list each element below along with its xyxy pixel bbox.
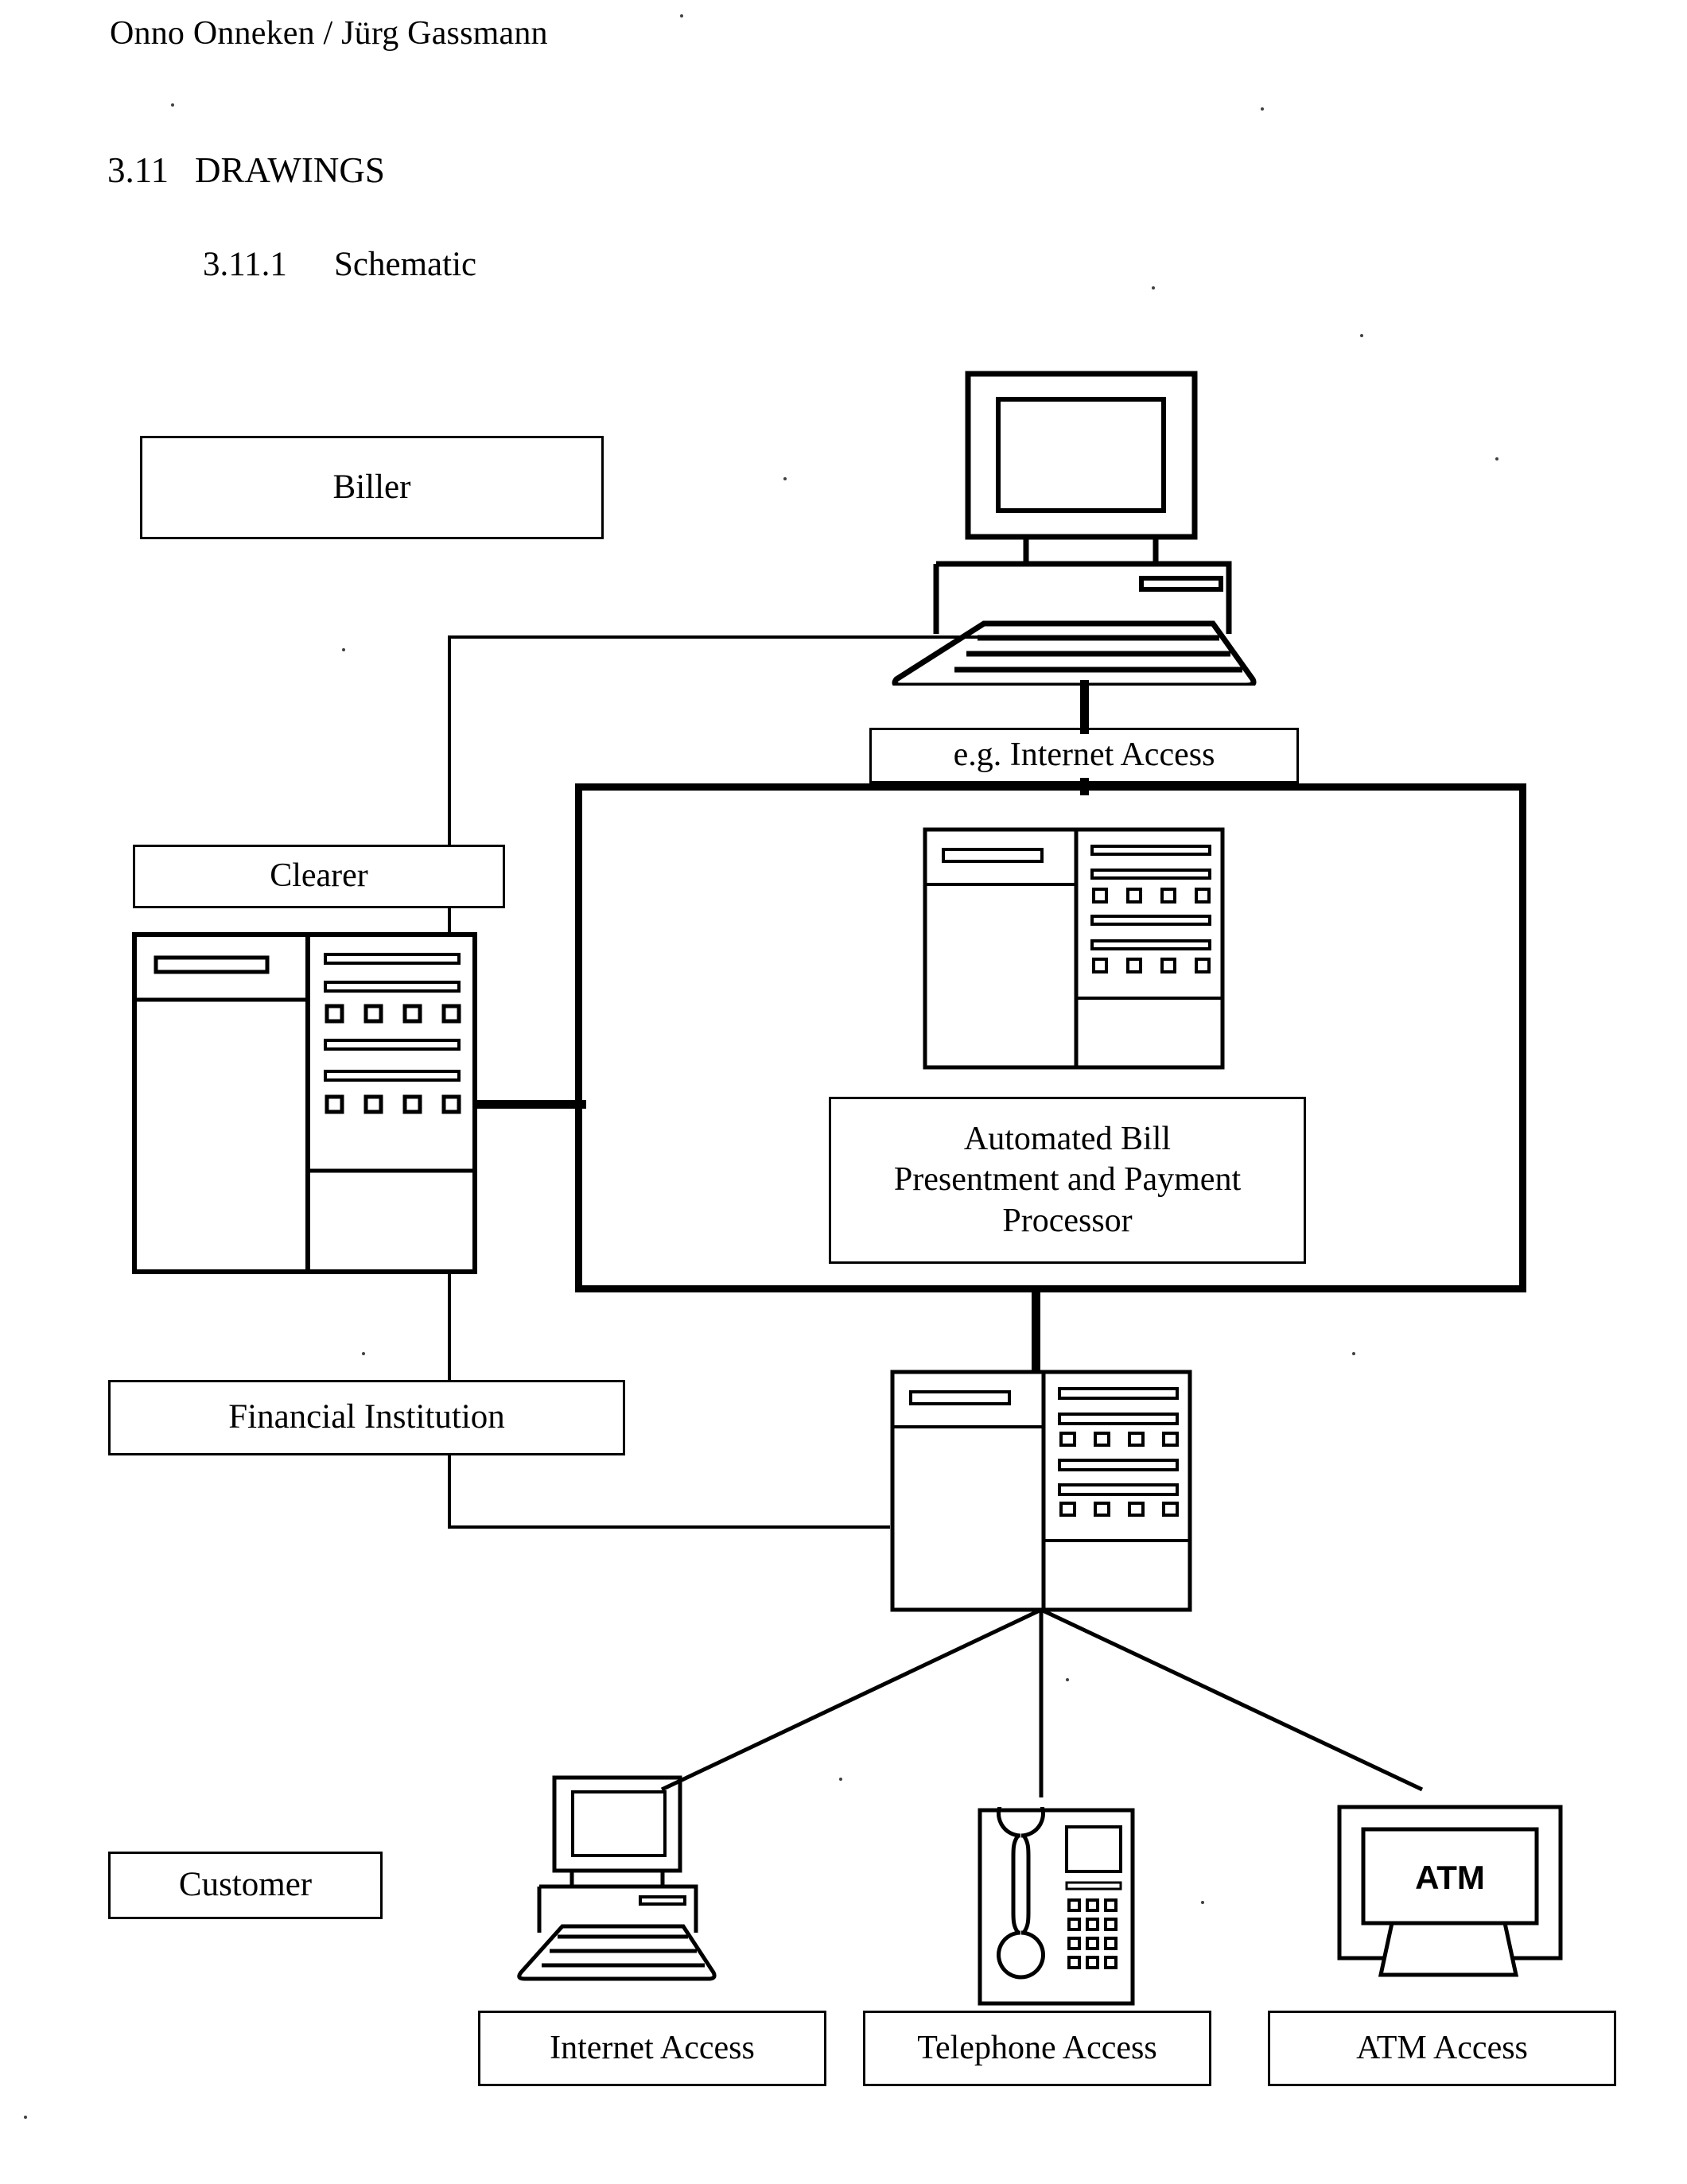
scan-speck	[171, 103, 174, 107]
biller-label: Biller	[332, 468, 411, 506]
clearer-box: Clearer	[133, 845, 505, 908]
scan-speck	[680, 14, 683, 17]
scan-speck	[342, 648, 345, 651]
atm-access-label: ATM Access	[1356, 2029, 1528, 2066]
section-title: DRAWINGS	[195, 150, 385, 190]
connector-server-to-financial-institution	[448, 1273, 451, 1385]
scan-speck	[1352, 1352, 1355, 1355]
patent-drawing-page: Onno Onneken / Jürg Gassmann 3.11 DRAWIN…	[0, 0, 1687, 2184]
scan-speck	[1152, 286, 1155, 290]
customer-atm-icon: ATM	[1336, 1804, 1575, 2003]
telephone-access-box: Telephone Access	[863, 2011, 1211, 2086]
scan-speck	[362, 1352, 365, 1355]
clearer-server-icon	[132, 932, 477, 1274]
internet-access-box: Internet Access	[478, 2011, 826, 2086]
customer-box: Customer	[108, 1852, 383, 1919]
connector-financial-institution-to-server	[448, 1525, 890, 1529]
connector-internet-label-to-frame	[1080, 778, 1089, 795]
clearer-label: Clearer	[270, 857, 368, 895]
telephone-access-label: Telephone Access	[917, 2029, 1157, 2066]
processor-server-icon	[923, 827, 1225, 1070]
customer-workstation-icon	[513, 1774, 775, 2004]
atm-access-box: ATM Access	[1268, 2011, 1616, 2086]
scan-speck	[1201, 1901, 1204, 1904]
biller-box: Biller	[140, 436, 604, 539]
scan-speck	[783, 477, 787, 480]
subsection-number: 3.11.1	[203, 246, 287, 283]
internet-access-example-label: e.g. Internet Access	[953, 736, 1215, 774]
connector-left-vertical-upper	[448, 635, 451, 878]
customer-facing-server-icon	[890, 1370, 1192, 1612]
scan-speck	[1360, 334, 1363, 337]
financial-institution-label: Financial Institution	[228, 1398, 505, 1436]
internet-access-label: Internet Access	[550, 2029, 755, 2066]
processor-label-line3: Processor	[1002, 1202, 1133, 1239]
processor-box: Automated Bill Presentment and Payment P…	[829, 1097, 1306, 1264]
customer-telephone-icon	[977, 1807, 1136, 2006]
connector-financial-institution-down	[448, 1450, 451, 1529]
scan-speck	[1066, 1678, 1069, 1681]
section-number: 3.11	[107, 150, 169, 190]
author-line: Onno Onneken / Jürg Gassmann	[110, 15, 548, 52]
processor-label-line2: Presentment and Payment	[893, 1161, 1242, 1199]
subsection-title: Schematic	[334, 246, 477, 283]
financial-institution-box: Financial Institution	[108, 1380, 625, 1455]
connector-biller-pc-to-internet-label	[1080, 680, 1089, 734]
biller-workstation-icon	[879, 367, 1277, 686]
connector-clearer-server-to-frame	[475, 1100, 586, 1109]
customer-label: Customer	[178, 1866, 313, 1904]
scan-speck	[1261, 107, 1264, 111]
scan-speck	[24, 2116, 27, 2119]
internet-access-example-box: e.g. Internet Access	[869, 728, 1299, 783]
connector-frame-to-customer-server	[1032, 1287, 1040, 1372]
atm-screen-label: ATM	[1415, 1859, 1485, 1896]
scan-speck	[839, 1778, 842, 1781]
processor-label-line1: Automated Bill	[963, 1121, 1172, 1158]
scan-speck	[1495, 457, 1498, 461]
